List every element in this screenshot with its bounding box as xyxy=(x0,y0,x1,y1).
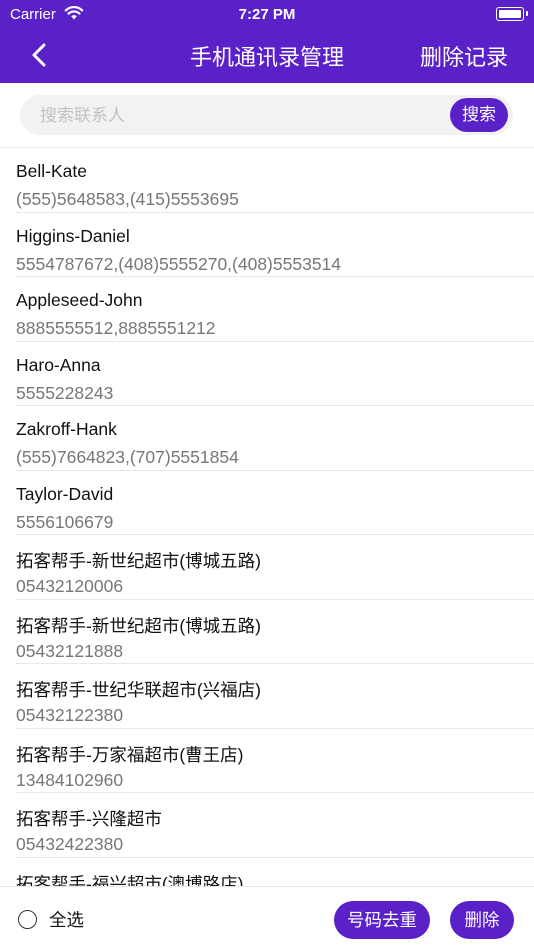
search-input[interactable] xyxy=(38,95,442,137)
contact-name: Taylor-David xyxy=(16,483,114,504)
delete-button[interactable]: 删除 xyxy=(450,901,514,939)
contact-phones: 5556106679 xyxy=(16,511,114,532)
contact-name: 拓客帮手-兴隆超市 xyxy=(16,809,162,829)
contact-name: 拓客帮手-福兴超市(澳博路店) xyxy=(16,873,244,887)
status-bar: Carrier 7:27 PM xyxy=(0,0,534,30)
contact-phones: 8885555512,8885551212 xyxy=(16,318,216,338)
contact-row[interactable]: Bell-Kate (555)5648583,(415)5553695 xyxy=(16,148,534,213)
select-all-toggle[interactable]: 全选 xyxy=(18,907,84,931)
contact-phones: (555)5648583,(415)5553695 xyxy=(16,189,239,209)
contact-phones: (555)7664823,(707)5551854 xyxy=(16,447,239,467)
delete-records-button[interactable]: 删除记录 xyxy=(420,40,508,72)
contact-row[interactable]: Higgins-Daniel 5554787672,(408)5555270,(… xyxy=(16,213,534,277)
contact-name: 拓客帮手-新世纪超市(博城五路) xyxy=(16,615,261,636)
contact-row[interactable]: Zakroff-Hank (555)7664823,(707)5551854 xyxy=(16,406,534,471)
contact-row[interactable]: 拓客帮手-世纪华联超市(兴福店) 05432122380 xyxy=(16,664,534,729)
contact-phones: 05432121888 xyxy=(16,640,124,661)
contact-row[interactable]: 拓客帮手-福兴超市(澳博路店) xyxy=(16,858,534,887)
contact-name: Bell-Kate xyxy=(16,161,88,181)
contact-name: 拓客帮手-新世纪超市(博城五路) xyxy=(16,551,261,571)
radio-unchecked-icon[interactable] xyxy=(18,909,37,929)
dedupe-numbers-button[interactable]: 号码去重 xyxy=(334,901,430,939)
contact-list[interactable]: Bell-Kate (555)5648583,(415)5553695 Higg… xyxy=(0,148,534,886)
contact-name: 拓客帮手-世纪华联超市(兴福店) xyxy=(16,680,261,700)
search-button[interactable]: 搜索 xyxy=(450,98,508,132)
bottom-action-bar: 全选 号码去重 删除 xyxy=(0,886,534,951)
contact-row[interactable]: Taylor-David 5556106679 xyxy=(16,471,534,535)
contact-row[interactable]: Appleseed-John 8885555512,8885551212 xyxy=(16,277,534,342)
contact-name: 拓客帮手-万家福超市(曹王店) xyxy=(16,744,244,765)
battery-icon xyxy=(496,7,528,21)
contact-row[interactable]: 拓客帮手-新世纪超市(博城五路) 05432120006 xyxy=(16,535,534,600)
contact-name: Appleseed-John xyxy=(16,290,143,310)
contact-name: Higgins-Daniel xyxy=(16,225,130,246)
clock: 7:27 PM xyxy=(238,6,296,23)
navigation-header: Carrier 7:27 PM 手机通讯录管理 删除记录 xyxy=(0,0,534,83)
contact-row[interactable]: 拓客帮手-兴隆超市 05432422380 xyxy=(16,793,534,858)
select-all-label: 全选 xyxy=(49,909,84,930)
contact-phones: 05432120006 xyxy=(16,576,124,596)
contact-row[interactable]: 拓客帮手-新世纪超市(博城五路) 05432121888 xyxy=(16,600,534,664)
contact-row[interactable]: Haro-Anna 5555228243 xyxy=(16,342,534,406)
contact-phones: 13484102960 xyxy=(16,769,124,790)
contact-name: Haro-Anna xyxy=(16,354,101,375)
search-bar: 搜索 xyxy=(20,95,513,137)
contact-name: Zakroff-Hank xyxy=(16,419,117,439)
contact-phones: 05432422380 xyxy=(16,834,124,854)
contact-phones: 05432122380 xyxy=(16,705,124,725)
contact-phones: 5554787672,(408)5555270,(408)5553514 xyxy=(16,253,342,274)
contact-phones: 5555228243 xyxy=(16,382,114,403)
contact-row[interactable]: 拓客帮手-万家福超市(曹王店) 13484102960 xyxy=(16,729,534,793)
